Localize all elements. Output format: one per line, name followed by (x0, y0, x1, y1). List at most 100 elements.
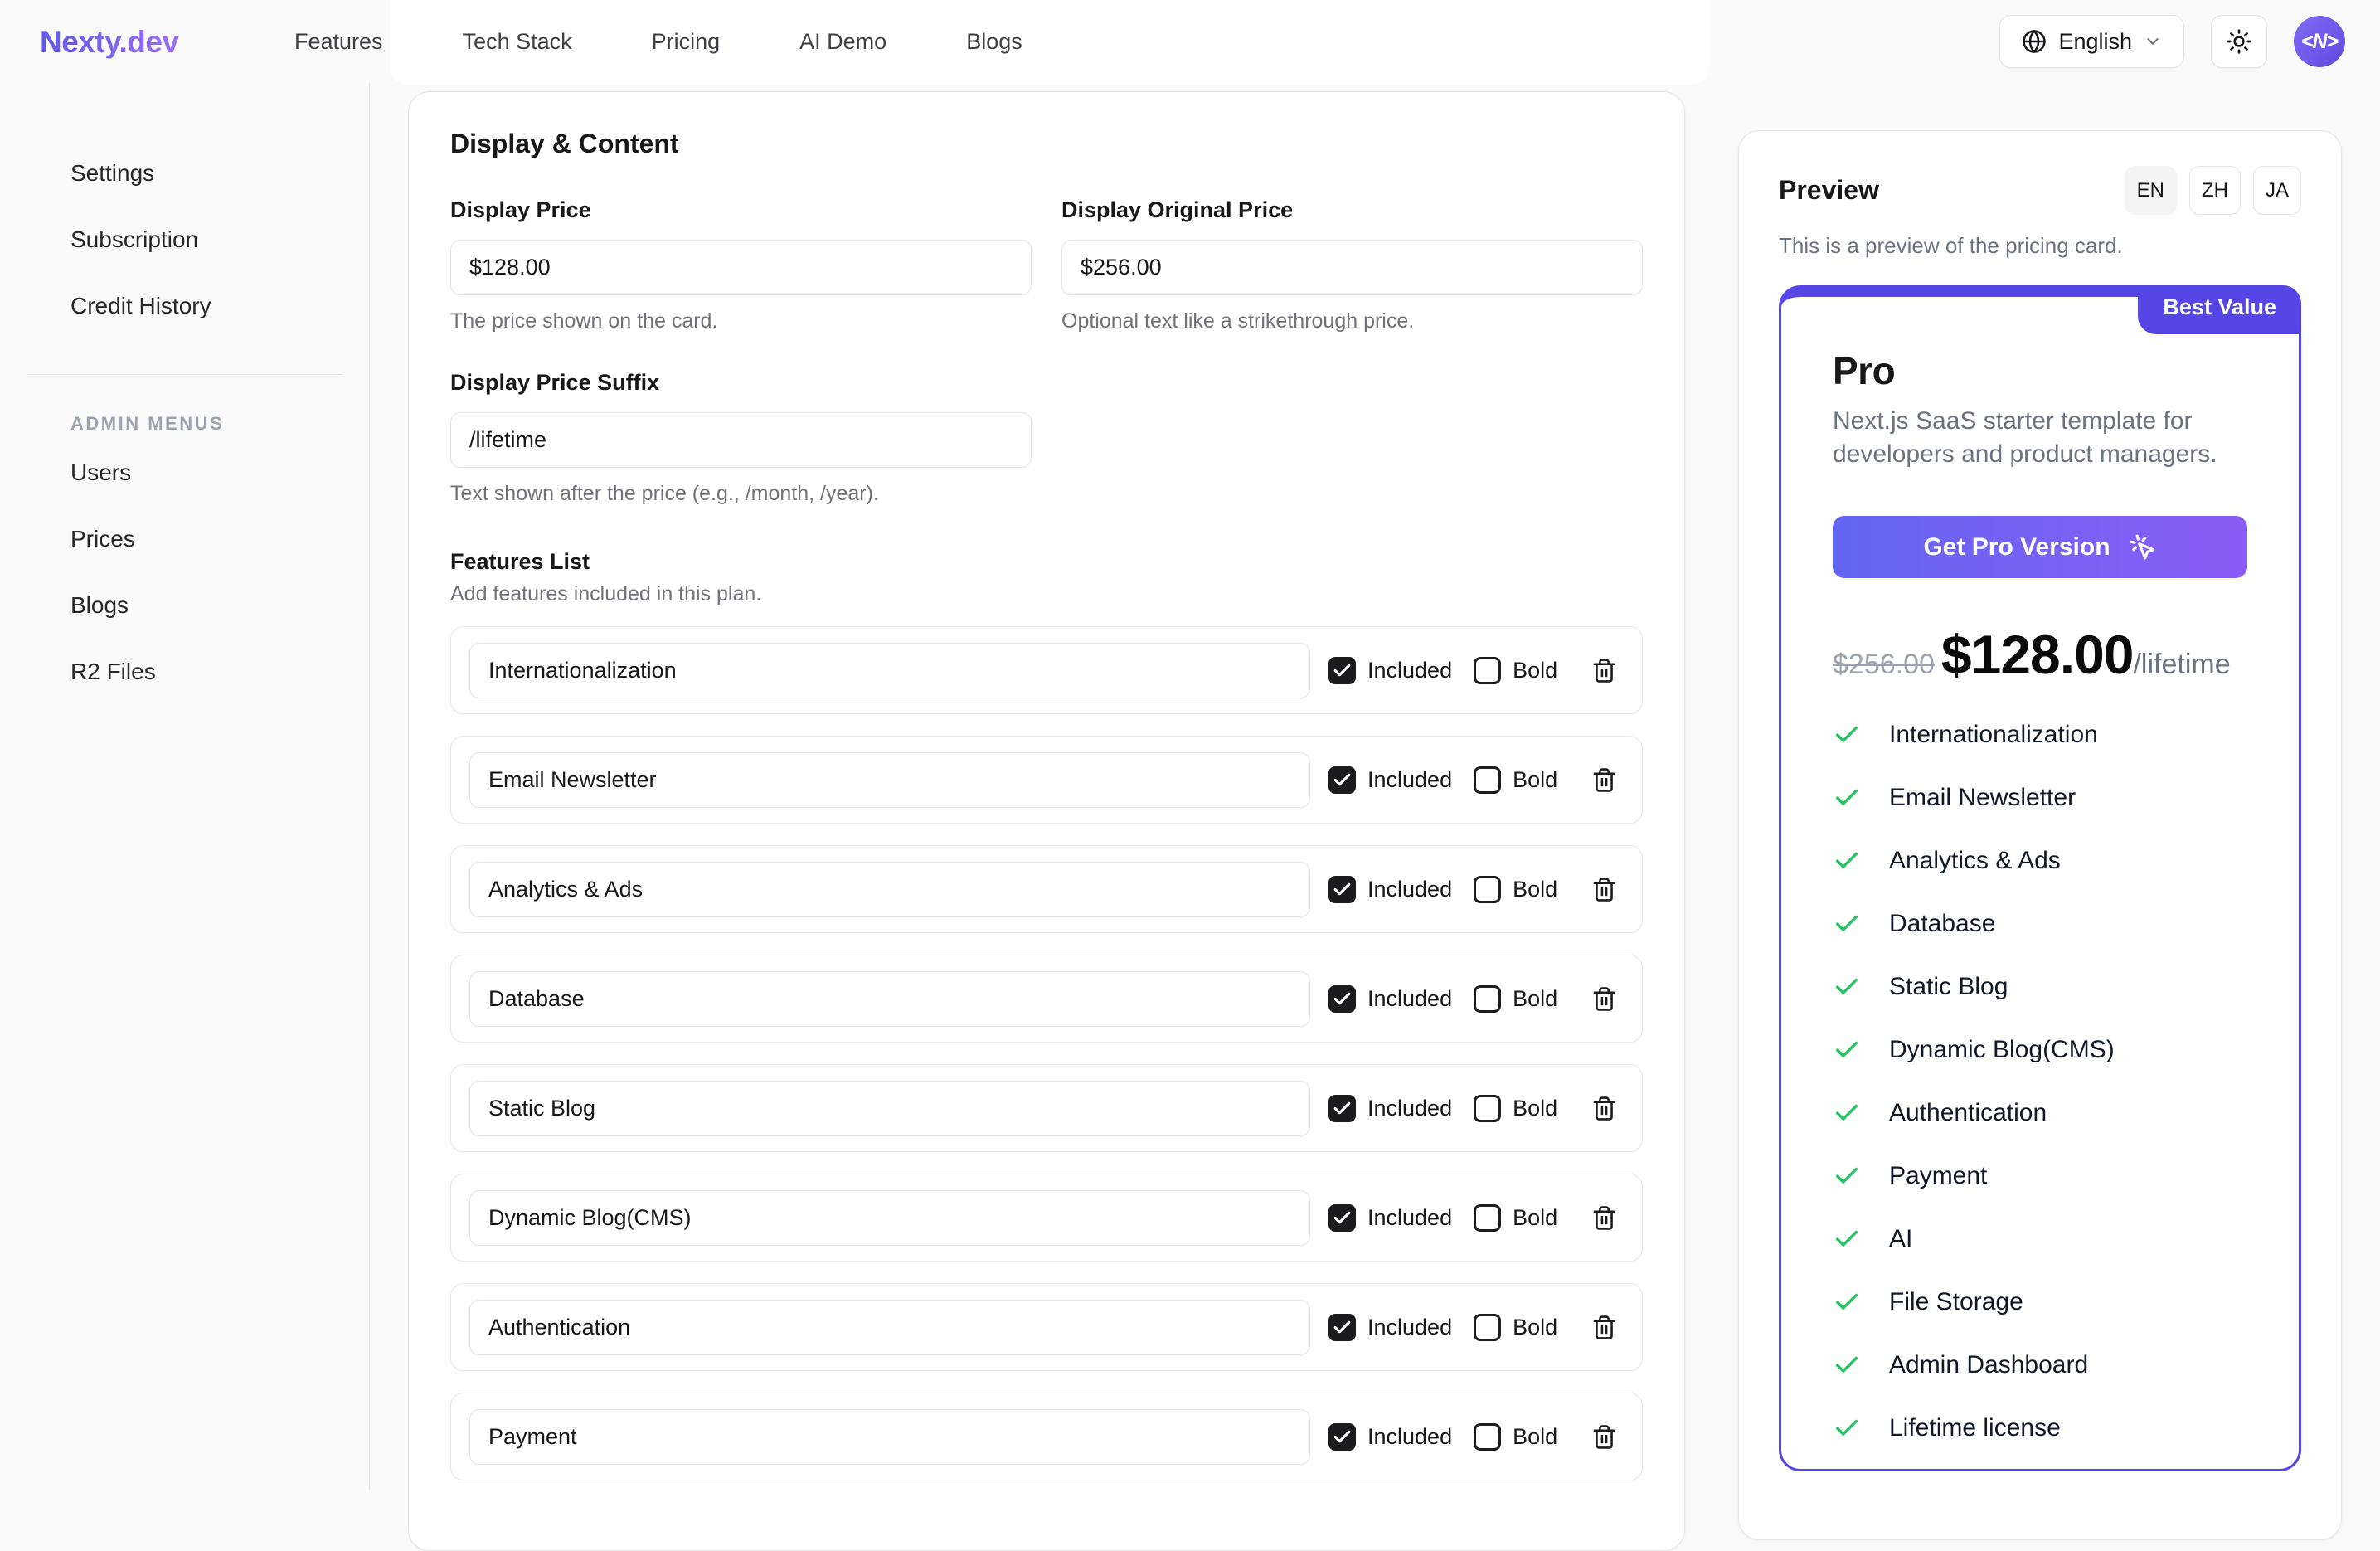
delete-feature-button[interactable] (1591, 1423, 1617, 1451)
feature-name-input[interactable] (469, 1081, 1310, 1136)
sun-icon (2226, 28, 2252, 55)
delete-feature-button[interactable] (1591, 766, 1617, 794)
preview-feature-item: Dynamic Blog(CMS) (1833, 1036, 2247, 1064)
feature-name-input[interactable] (469, 862, 1310, 917)
feature-rows: Included Bold Included Bold Included Bol… (450, 626, 1643, 1480)
features-list-header: Features List Add features included in t… (450, 549, 1643, 606)
display-price-suffix-label: Display Price Suffix (450, 370, 1032, 396)
included-checkbox[interactable] (1328, 657, 1356, 684)
included-checkbox[interactable] (1328, 766, 1356, 794)
delete-feature-button[interactable] (1591, 1095, 1617, 1122)
nav-link-blogs[interactable]: Blogs (966, 29, 1022, 55)
check-icon (1833, 1099, 1861, 1127)
included-checkbox[interactable] (1328, 1204, 1356, 1232)
nav-link-tech-stack[interactable]: Tech Stack (463, 29, 572, 55)
locale-button-en[interactable]: EN (2125, 166, 2177, 215)
trash-icon (1591, 1095, 1617, 1122)
display-content-card: Display & Content Display Price The pric… (408, 91, 1685, 1551)
get-pro-version-button[interactable]: Get Pro Version (1833, 516, 2247, 578)
display-original-price-input[interactable] (1061, 240, 1643, 295)
bold-checkbox[interactable] (1474, 876, 1501, 903)
preview-panel: Preview ENZHJA This is a preview of the … (1738, 130, 2342, 1540)
delete-feature-button[interactable] (1591, 1314, 1617, 1341)
delete-feature-button[interactable] (1591, 876, 1617, 903)
feature-name-input[interactable] (469, 1409, 1310, 1465)
included-checkbox[interactable] (1328, 1314, 1356, 1341)
sidebar: SettingsSubscriptionCredit History ADMIN… (0, 83, 370, 1490)
bold-checkbox[interactable] (1474, 766, 1501, 794)
display-price-suffix-field: Display Price Suffix Text shown after th… (450, 370, 1032, 506)
delete-feature-button[interactable] (1591, 1204, 1617, 1232)
delete-feature-button[interactable] (1591, 657, 1617, 684)
feature-name-input[interactable] (469, 1300, 1310, 1355)
bold-label: Bold (1513, 1205, 1557, 1231)
included-checkbox[interactable] (1328, 985, 1356, 1013)
display-price-field: Display Price The price shown on the car… (450, 197, 1032, 333)
sidebar-item-blogs[interactable]: Blogs (0, 572, 369, 639)
nav-link-pricing[interactable]: Pricing (652, 29, 721, 55)
preview-feature-text: Lifetime license (1889, 1414, 2061, 1442)
bold-label: Bold (1513, 767, 1557, 793)
pricing-card-preview: Best Value Pro Next.js SaaS starter temp… (1779, 285, 2301, 1471)
sidebar-item-credit-history[interactable]: Credit History (0, 273, 369, 339)
preview-feature-text: Internationalization (1889, 721, 2098, 749)
nav-link-ai-demo[interactable]: AI Demo (799, 29, 886, 55)
feature-row: Included Bold (450, 845, 1643, 933)
bold-label: Bold (1513, 1315, 1557, 1340)
check-icon (1833, 973, 1861, 1001)
sidebar-item-users[interactable]: Users (0, 440, 369, 506)
preview-title: Preview (1779, 175, 1879, 206)
sidebar-section-label: ADMIN MENUS (70, 413, 369, 435)
theme-toggle-button[interactable] (2211, 15, 2267, 68)
locale-button-zh[interactable]: ZH (2189, 166, 2241, 215)
feature-name-input[interactable] (469, 752, 1310, 808)
included-checkbox[interactable] (1328, 876, 1356, 903)
included-label: Included (1367, 767, 1452, 793)
included-checkbox[interactable] (1328, 1423, 1356, 1451)
feature-row: Included Bold (450, 955, 1643, 1043)
nav-link-features[interactable]: Features (294, 29, 383, 55)
display-price-input[interactable] (450, 240, 1032, 295)
bold-label: Bold (1513, 877, 1557, 902)
sidebar-item-prices[interactable]: Prices (0, 506, 369, 572)
trash-icon (1591, 1204, 1617, 1232)
preview-feature-text: Static Blog (1889, 973, 2008, 1001)
brand-logo[interactable]: Nexty.dev (40, 25, 179, 60)
feature-name-input[interactable] (469, 643, 1310, 698)
bold-checkbox[interactable] (1474, 657, 1501, 684)
display-original-price-label: Display Original Price (1061, 197, 1643, 223)
display-price-suffix-helper: Text shown after the price (e.g., /month… (450, 482, 1032, 506)
sidebar-item-subscription[interactable]: Subscription (0, 207, 369, 273)
bold-label: Bold (1513, 658, 1557, 683)
display-price-suffix-input[interactable] (450, 412, 1032, 468)
bold-checkbox[interactable] (1474, 1423, 1501, 1451)
check-icon (1833, 1162, 1861, 1190)
feature-row: Included Bold (450, 1393, 1643, 1480)
included-checkbox[interactable] (1328, 1095, 1356, 1122)
feature-name-input[interactable] (469, 1190, 1310, 1246)
features-list-label: Features List (450, 549, 1643, 575)
user-avatar[interactable]: <N> (2294, 16, 2345, 67)
sidebar-item-r2-files[interactable]: R2 Files (0, 639, 369, 705)
bold-label: Bold (1513, 1424, 1557, 1450)
plan-description: Next.js SaaS starter template for develo… (1833, 405, 2247, 471)
feature-name-input[interactable] (469, 971, 1310, 1027)
delete-feature-button[interactable] (1591, 985, 1617, 1013)
bold-checkbox[interactable] (1474, 985, 1501, 1013)
mouse-pointer-click-icon (2129, 533, 2157, 562)
included-label: Included (1367, 658, 1452, 683)
included-label: Included (1367, 1315, 1452, 1340)
display-price-label: Display Price (450, 197, 1032, 223)
sidebar-item-settings[interactable]: Settings (0, 140, 369, 207)
card-title: Display & Content (450, 129, 1643, 159)
preview-feature-item: File Storage (1833, 1288, 2247, 1316)
trash-icon (1591, 766, 1617, 794)
bold-checkbox[interactable] (1474, 1314, 1501, 1341)
included-label: Included (1367, 1205, 1452, 1231)
display-price-helper: The price shown on the card. (450, 309, 1032, 333)
check-icon (1833, 1288, 1861, 1316)
bold-checkbox[interactable] (1474, 1095, 1501, 1122)
language-selector[interactable]: English (1999, 15, 2184, 68)
bold-checkbox[interactable] (1474, 1204, 1501, 1232)
locale-button-ja[interactable]: JA (2253, 166, 2301, 215)
